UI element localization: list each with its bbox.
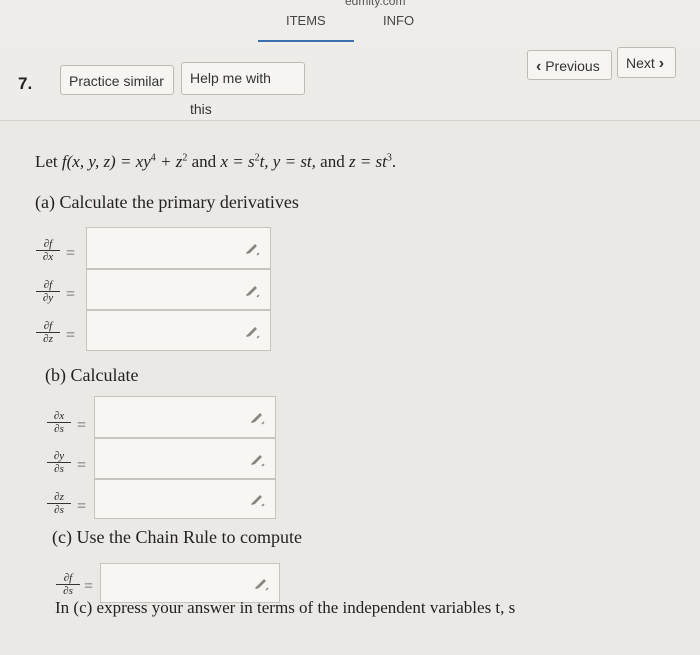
fraction-numerator: ∂f bbox=[36, 238, 60, 251]
fraction-denominator: ∂s bbox=[54, 423, 64, 435]
statement-and-1: and bbox=[187, 152, 221, 171]
dx-ds-answer-box[interactable] bbox=[94, 396, 276, 438]
equals-sign: = bbox=[84, 578, 94, 595]
fraction-denominator: ∂s bbox=[54, 504, 64, 516]
df-ds-fraction: ∂f ∂s bbox=[56, 572, 80, 597]
statement-func: f(x, y, z) = xy bbox=[61, 152, 151, 171]
df-ds-answer-box[interactable] bbox=[100, 563, 280, 603]
fraction-numerator: ∂z bbox=[47, 491, 71, 504]
fraction-denominator: ∂x bbox=[42, 251, 54, 263]
help-me-button[interactable]: Help me with this bbox=[181, 62, 305, 117]
brand-fragment: edmity.com bbox=[345, 0, 406, 8]
fraction-denominator: ∂z bbox=[43, 333, 53, 345]
part-b-heading: (b) Calculate bbox=[45, 365, 139, 385]
tab-items[interactable]: ITEMS bbox=[286, 13, 326, 28]
top-bar: edmity.com ITEMS INFO bbox=[0, 0, 700, 44]
df-dx-answer-box[interactable] bbox=[86, 227, 271, 269]
fraction-denominator: ∂y bbox=[42, 292, 54, 304]
dy-ds-answer-box[interactable] bbox=[94, 438, 276, 479]
df-dz-answer-box[interactable] bbox=[86, 310, 271, 351]
statement-x: x = s bbox=[220, 152, 255, 171]
equals-sign: = bbox=[77, 457, 87, 474]
statement-and-2: and bbox=[315, 152, 349, 171]
df-dx-fraction: ∂f ∂x bbox=[36, 238, 60, 263]
statement-end: . bbox=[391, 152, 397, 171]
pencil-icon[interactable] bbox=[244, 240, 260, 256]
practice-similar-label: Practice similar bbox=[69, 73, 164, 89]
question-number: 7. bbox=[18, 74, 33, 93]
answer-instruction: In (c) express your answer in terms of t… bbox=[55, 598, 516, 617]
dx-ds-fraction: ∂x ∂s bbox=[47, 410, 71, 435]
dz-ds-answer-box[interactable] bbox=[94, 479, 276, 519]
fraction-denominator: ∂s bbox=[54, 463, 64, 475]
fraction-denominator: ∂s bbox=[63, 585, 73, 597]
pencil-icon[interactable] bbox=[244, 323, 260, 339]
previous-button[interactable]: ‹ Previous bbox=[527, 50, 612, 80]
practice-similar-button[interactable]: Practice similar bbox=[60, 65, 174, 95]
next-button[interactable]: Next › bbox=[617, 47, 676, 78]
df-dy-answer-box[interactable] bbox=[86, 269, 271, 310]
equals-sign: = bbox=[66, 327, 76, 344]
fraction-numerator: ∂f bbox=[56, 572, 80, 585]
pencil-icon[interactable] bbox=[249, 491, 265, 507]
equals-sign: = bbox=[77, 498, 87, 515]
problem-statement: Let f(x, y, z) = xy4 + z2 and x = s2t, y… bbox=[35, 152, 396, 172]
pencil-icon[interactable] bbox=[253, 575, 269, 591]
statement-let: Let bbox=[35, 152, 62, 171]
fraction-numerator: ∂f bbox=[36, 320, 60, 333]
dy-ds-fraction: ∂y ∂s bbox=[47, 450, 71, 475]
statement-plus: + z bbox=[155, 152, 183, 171]
equals-sign: = bbox=[77, 417, 87, 434]
pencil-icon[interactable] bbox=[249, 451, 265, 467]
next-label: Next bbox=[626, 55, 655, 71]
active-tab-indicator bbox=[258, 40, 354, 42]
pencil-icon[interactable] bbox=[244, 282, 260, 298]
part-a-heading: (a) Calculate the primary derivatives bbox=[35, 192, 299, 212]
equals-sign: = bbox=[66, 245, 76, 262]
fraction-numerator: ∂y bbox=[47, 450, 71, 463]
df-dy-fraction: ∂f ∂y bbox=[36, 279, 60, 304]
dz-ds-fraction: ∂z ∂s bbox=[47, 491, 71, 516]
equals-sign: = bbox=[66, 286, 76, 303]
chevron-left-icon: ‹ bbox=[536, 58, 542, 75]
df-dz-fraction: ∂f ∂z bbox=[36, 320, 60, 345]
fraction-numerator: ∂f bbox=[36, 279, 60, 292]
previous-label: Previous bbox=[545, 58, 600, 74]
statement-z: z = st bbox=[348, 152, 387, 171]
part-c-heading: (c) Use the Chain Rule to compute bbox=[52, 527, 302, 547]
pencil-icon[interactable] bbox=[249, 409, 265, 425]
tab-info[interactable]: INFO bbox=[383, 13, 414, 28]
chevron-right-icon: › bbox=[658, 55, 665, 72]
statement-t: t, y = st, bbox=[259, 152, 316, 171]
fraction-numerator: ∂x bbox=[47, 410, 71, 423]
